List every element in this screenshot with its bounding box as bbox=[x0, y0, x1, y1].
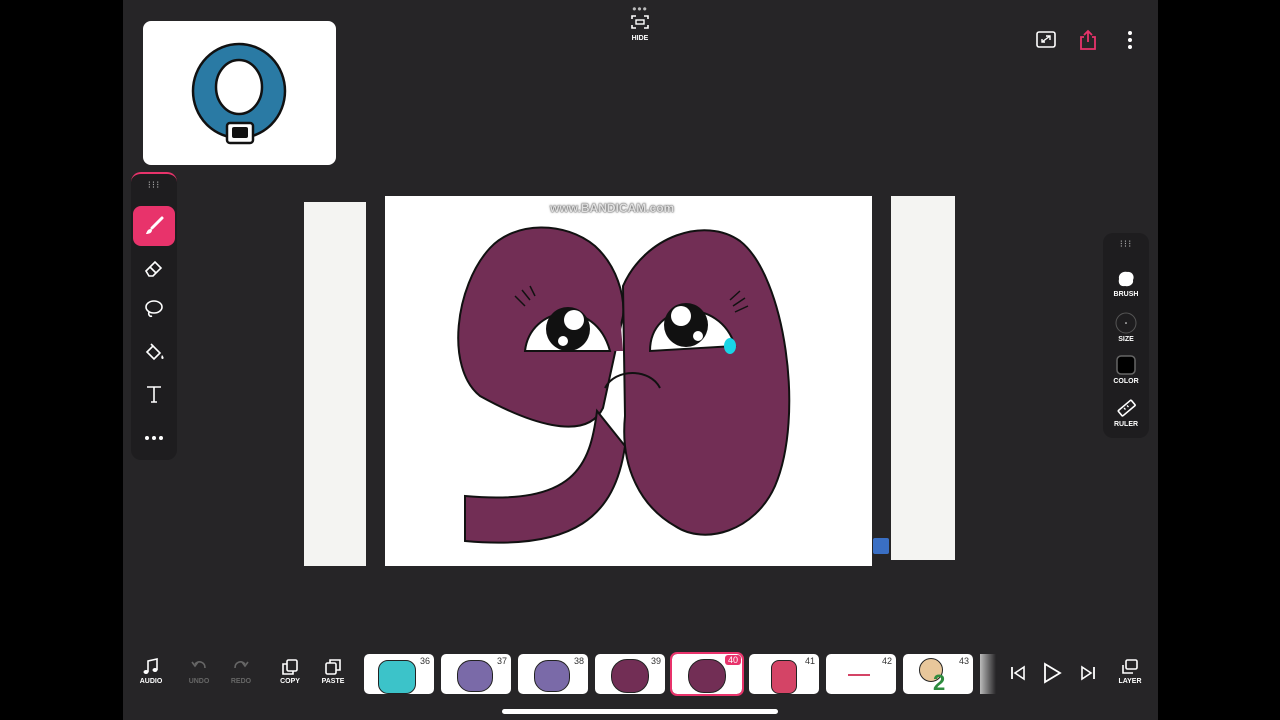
canvas-left-panel bbox=[304, 202, 366, 566]
brush-texture-icon bbox=[1118, 271, 1134, 287]
eraser-tool-button[interactable] bbox=[133, 248, 175, 288]
frame-preview bbox=[688, 659, 726, 693]
more-vertical-icon bbox=[1128, 31, 1132, 49]
brush-settings-panel: ⁝⁝⁝ BRUSH SIZE COLOR RULER bbox=[1103, 233, 1149, 438]
canvas-right-panel bbox=[891, 196, 955, 560]
drawing-canvas[interactable] bbox=[385, 196, 872, 566]
frame-number: 36 bbox=[419, 656, 430, 666]
fullscreen-icon bbox=[1036, 31, 1056, 48]
audio-button[interactable]: AUDIO bbox=[131, 658, 171, 685]
brush-tool-button[interactable] bbox=[133, 206, 175, 246]
audio-label: AUDIO bbox=[139, 678, 163, 685]
more-options-button[interactable] bbox=[1118, 28, 1142, 52]
more-tools-button[interactable] bbox=[133, 418, 175, 458]
fill-bucket-icon bbox=[145, 343, 164, 361]
layer-button[interactable]: LAYER bbox=[1110, 658, 1150, 685]
toolbar-grip-icon[interactable]: ⁝⁝⁝ bbox=[131, 180, 177, 191]
frame-number: 43 bbox=[958, 656, 969, 666]
brush-settings-button[interactable]: BRUSH bbox=[1103, 269, 1149, 298]
share-icon bbox=[1080, 29, 1096, 50]
layers-icon bbox=[1122, 659, 1138, 674]
frame-thumbnail-39[interactable]: 39 bbox=[595, 654, 665, 694]
hide-label: HIDE bbox=[631, 35, 649, 42]
text-tool-icon bbox=[147, 386, 161, 403]
music-note-icon bbox=[143, 658, 158, 674]
play-icon bbox=[1044, 662, 1062, 684]
frame-number: 39 bbox=[650, 656, 661, 666]
copy-label: COPY bbox=[280, 678, 300, 685]
frame-number: 38 bbox=[573, 656, 584, 666]
frame-thumbnail-41[interactable]: 41 bbox=[749, 654, 819, 694]
eraser-icon bbox=[144, 260, 163, 277]
redo-icon bbox=[234, 661, 249, 669]
reference-preview[interactable] bbox=[143, 21, 336, 165]
brush-icon bbox=[146, 216, 164, 234]
frame-preview bbox=[771, 660, 797, 694]
share-button[interactable] bbox=[1076, 28, 1100, 52]
copy-button[interactable]: COPY bbox=[270, 658, 310, 685]
undo-label: UNDO bbox=[188, 678, 210, 685]
panel-grip-icon[interactable]: ⁝⁝⁝ bbox=[1103, 239, 1149, 250]
frame-preview-two: 2 bbox=[933, 670, 946, 694]
previous-frame-button[interactable] bbox=[1008, 663, 1028, 688]
frame-preview bbox=[457, 660, 493, 692]
home-indicator[interactable] bbox=[502, 709, 778, 714]
ruler-icon bbox=[1117, 399, 1136, 417]
frame-thumbnail-38[interactable]: 38 bbox=[518, 654, 588, 694]
copy-icon bbox=[282, 659, 298, 675]
frame-preview bbox=[611, 659, 649, 693]
frame-preview bbox=[534, 660, 570, 692]
frame-number: 42 bbox=[881, 656, 892, 666]
frame-thumbnail-43[interactable]: 2 43 bbox=[903, 654, 973, 694]
undo-icon bbox=[191, 661, 206, 669]
lasso-tool-button[interactable] bbox=[133, 289, 175, 329]
frame-preview bbox=[378, 660, 416, 694]
grip-dots-icon: ••• bbox=[632, 2, 648, 16]
color-button[interactable]: COLOR bbox=[1103, 354, 1149, 385]
reference-character-o bbox=[191, 42, 287, 145]
character-99 bbox=[457, 226, 791, 544]
redo-button[interactable]: REDO bbox=[221, 658, 261, 685]
frame-number: 37 bbox=[496, 656, 507, 666]
recorder-badge-icon bbox=[873, 538, 889, 554]
ruler-button[interactable]: RULER bbox=[1103, 397, 1149, 428]
frame-strip-fade bbox=[980, 654, 996, 694]
color-swatch-icon bbox=[1116, 355, 1136, 375]
size-label: SIZE bbox=[1118, 336, 1134, 343]
frame-thumbnail-36[interactable]: 36 bbox=[364, 654, 434, 694]
fullscreen-button[interactable] bbox=[1034, 28, 1058, 52]
color-label: COLOR bbox=[1113, 378, 1139, 385]
frame-preview bbox=[848, 674, 870, 676]
play-button[interactable] bbox=[1040, 661, 1064, 690]
hide-icon bbox=[631, 15, 649, 29]
next-frame-button[interactable] bbox=[1078, 663, 1098, 688]
frame-number: 40 bbox=[724, 655, 741, 665]
paste-button[interactable]: PASTE bbox=[313, 658, 353, 685]
brush-label: BRUSH bbox=[1113, 291, 1139, 298]
paste-label: PASTE bbox=[321, 678, 345, 685]
skip-next-icon bbox=[1081, 665, 1095, 681]
size-icon bbox=[1115, 312, 1137, 334]
frame-thumbnail-40[interactable]: 40 bbox=[670, 652, 744, 696]
hide-ui-button[interactable]: ••• HIDE bbox=[628, 2, 652, 42]
skip-previous-icon bbox=[1011, 665, 1025, 681]
ruler-label: RULER bbox=[1113, 421, 1139, 428]
paste-icon bbox=[325, 659, 341, 675]
undo-button[interactable]: UNDO bbox=[179, 658, 219, 685]
text-tool-button[interactable] bbox=[133, 374, 175, 414]
more-horizontal-icon bbox=[145, 436, 163, 440]
frame-number: 41 bbox=[804, 656, 815, 666]
fill-tool-button[interactable] bbox=[133, 332, 175, 372]
frame-thumbnail-37[interactable]: 37 bbox=[441, 654, 511, 694]
layer-label: LAYER bbox=[1118, 678, 1142, 685]
lasso-icon bbox=[145, 300, 163, 318]
recording-watermark: www.BANDICAM.com bbox=[550, 201, 675, 215]
drawing-toolbar: ⁝⁝⁝ bbox=[131, 172, 177, 460]
redo-label: REDO bbox=[230, 678, 252, 685]
frame-thumbnail-42[interactable]: 42 bbox=[826, 654, 896, 694]
size-button[interactable]: SIZE bbox=[1103, 312, 1149, 343]
